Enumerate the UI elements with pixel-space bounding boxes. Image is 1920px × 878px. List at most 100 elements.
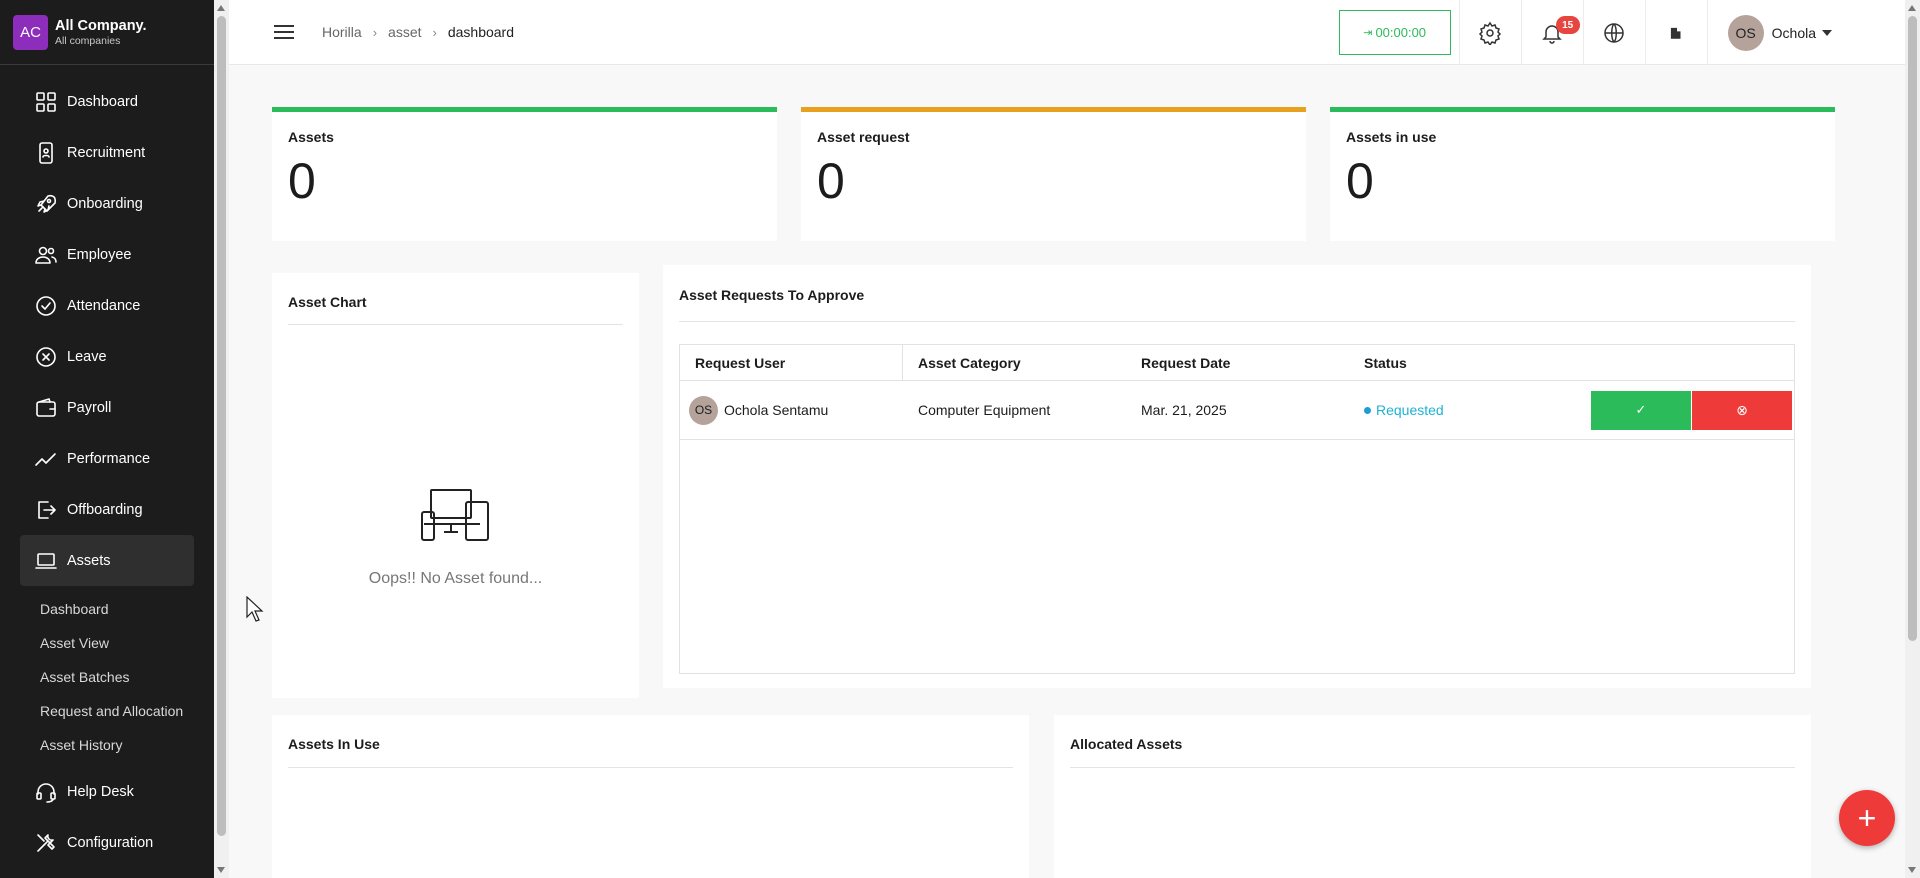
check-icon: ✓	[1635, 402, 1647, 417]
scrollbar-thumb[interactable]	[217, 16, 226, 836]
divider	[1070, 767, 1795, 768]
user-name: Ochola	[1771, 24, 1816, 41]
tools-icon	[33, 830, 58, 855]
building-icon	[1671, 27, 1681, 39]
user-menu[interactable]: OS Ochola	[1706, 0, 1905, 65]
sidebar-item-performance[interactable]: Performance	[0, 433, 214, 484]
stat-card-asset-request: Asset request 0	[801, 107, 1306, 241]
sidebar-item-label: Attendance	[67, 297, 141, 314]
company-selector-button[interactable]	[1644, 0, 1707, 65]
stat-card-assets-in-use: Assets in use 0	[1330, 107, 1835, 241]
sidebar-scrollbar[interactable]	[214, 0, 229, 878]
laptop-icon	[33, 548, 58, 573]
sidebar-item-label: Dashboard	[67, 93, 138, 110]
sidebar-item-label: Onboarding	[67, 195, 143, 212]
company-name: All Company.	[55, 17, 147, 34]
submenu-item-dashboard[interactable]: Dashboard	[0, 592, 214, 626]
sidebar-item-label: Recruitment	[67, 144, 146, 161]
column-header: Asset Category	[918, 354, 1021, 371]
sidebar-item-recruitment[interactable]: Recruitment	[0, 127, 214, 178]
plus-icon: +	[1857, 800, 1877, 836]
dashboard-icon	[33, 89, 58, 114]
reject-button[interactable]: ⊗	[1692, 390, 1792, 430]
company-switcher[interactable]: AC All Company. All companies	[0, 0, 214, 65]
notifications-button[interactable]: 15	[1520, 0, 1583, 65]
sidebar-item-payroll[interactable]: Payroll	[0, 382, 214, 433]
page-scrollbar[interactable]	[1905, 0, 1920, 878]
panel-title: Asset Requests To Approve	[679, 287, 865, 303]
panel-title: Allocated Assets	[1070, 736, 1183, 752]
sidebar-item-label: Configuration	[67, 834, 154, 851]
notification-count-badge: 15	[1555, 16, 1580, 34]
assets-submenu: Dashboard Asset View Asset Batches Reque…	[0, 586, 214, 766]
divider	[288, 767, 1013, 768]
breadcrumb: Horilla › asset › dashboard	[322, 24, 514, 40]
status-cell: Requested	[1349, 402, 1572, 418]
sidebar-item-assets[interactable]: Assets	[20, 535, 194, 586]
approve-button[interactable]: ✓	[1591, 390, 1691, 430]
column-header: Request User	[680, 344, 903, 381]
avatar: OS	[1727, 14, 1764, 51]
sidebar-item-configuration[interactable]: Configuration	[0, 817, 214, 868]
sidebar-item-help-desk[interactable]: Help Desk	[0, 766, 214, 817]
globe-icon	[1604, 22, 1624, 43]
sidebar-item-label: Assets	[67, 552, 111, 569]
rocket-icon	[33, 191, 58, 216]
request-user-name: Ochola Sentamu	[724, 402, 829, 418]
table-row: OS Ochola Sentamu Computer Equipment Mar…	[680, 381, 1794, 440]
avatar: OS	[689, 395, 718, 425]
requests-table: Request User Asset Category Request Date…	[679, 344, 1795, 674]
status-text: Requested	[1376, 402, 1444, 418]
gear-icon	[1479, 21, 1502, 45]
sidebar-item-attendance[interactable]: Attendance	[0, 280, 214, 331]
settings-button[interactable]	[1458, 0, 1521, 65]
headset-icon	[33, 779, 58, 804]
menu-toggle-icon[interactable]	[274, 25, 294, 39]
status-badge: Requested	[1364, 402, 1444, 418]
submenu-item-asset-history[interactable]: Asset History	[0, 728, 214, 762]
breadcrumb-item[interactable]: Horilla	[322, 24, 362, 40]
table-header: Request User Asset Category Request Date…	[680, 344, 1794, 381]
divider	[288, 324, 623, 325]
scroll-up-arrow-icon[interactable]	[1908, 5, 1916, 11]
asset-requests-panel: Asset Requests To Approve Request User A…	[663, 265, 1811, 688]
request-user-cell: OS Ochola Sentamu	[680, 395, 903, 425]
submenu-item-request-allocation[interactable]: Request and Allocation	[0, 694, 214, 728]
breadcrumb-item[interactable]: asset	[388, 24, 421, 40]
sidebar-item-label: Payroll	[67, 399, 112, 416]
clock-in-timer-button[interactable]: ⇥ 00:00:00	[1338, 10, 1451, 55]
stat-card-assets: Assets 0	[272, 107, 777, 241]
sidebar-item-label: Performance	[67, 450, 151, 467]
submenu-item-asset-view[interactable]: Asset View	[0, 626, 214, 660]
people-icon	[33, 242, 58, 267]
sidebar-item-leave[interactable]: Leave	[0, 331, 214, 382]
sidebar-item-label: Offboarding	[67, 501, 143, 518]
recruitment-icon	[33, 140, 58, 165]
top-bar: Horilla › asset › dashboard ⇥ 00:00:00 1…	[229, 0, 1905, 65]
x-circle-icon	[33, 344, 58, 369]
check-circle-icon	[33, 293, 58, 318]
submenu-item-asset-batches[interactable]: Asset Batches	[0, 660, 214, 694]
request-date-cell: Mar. 21, 2025	[1141, 402, 1227, 418]
sidebar-item-dashboard[interactable]: Dashboard	[0, 76, 214, 127]
sidebar-item-employee[interactable]: Employee	[0, 229, 214, 280]
asset-chart-panel: Asset Chart Oops!! No Asset found...	[272, 273, 639, 698]
sidebar-item-offboarding[interactable]: Offboarding	[0, 484, 214, 535]
mouse-cursor-icon	[246, 596, 264, 622]
asset-category-cell: Computer Equipment	[918, 402, 1051, 418]
quick-action-button[interactable]: +	[1839, 790, 1895, 846]
language-button[interactable]	[1582, 0, 1645, 65]
allocated-assets-panel: Allocated Assets	[1054, 715, 1811, 878]
sign-in-icon: ⇥	[1363, 27, 1373, 39]
panel-title: Assets In Use	[288, 736, 380, 752]
trend-icon	[33, 446, 58, 471]
scroll-down-arrow-icon[interactable]	[217, 867, 225, 873]
scroll-down-arrow-icon[interactable]	[1908, 867, 1916, 873]
stat-title: Assets in use	[1346, 129, 1437, 145]
scrollbar-thumb[interactable]	[1908, 16, 1917, 641]
sidebar-item-onboarding[interactable]: Onboarding	[0, 178, 214, 229]
column-header: Status	[1364, 354, 1407, 371]
breadcrumb-current: dashboard	[447, 24, 515, 40]
scroll-up-arrow-icon[interactable]	[217, 5, 225, 11]
sidebar-nav-lower: Help Desk Configuration	[0, 766, 214, 868]
